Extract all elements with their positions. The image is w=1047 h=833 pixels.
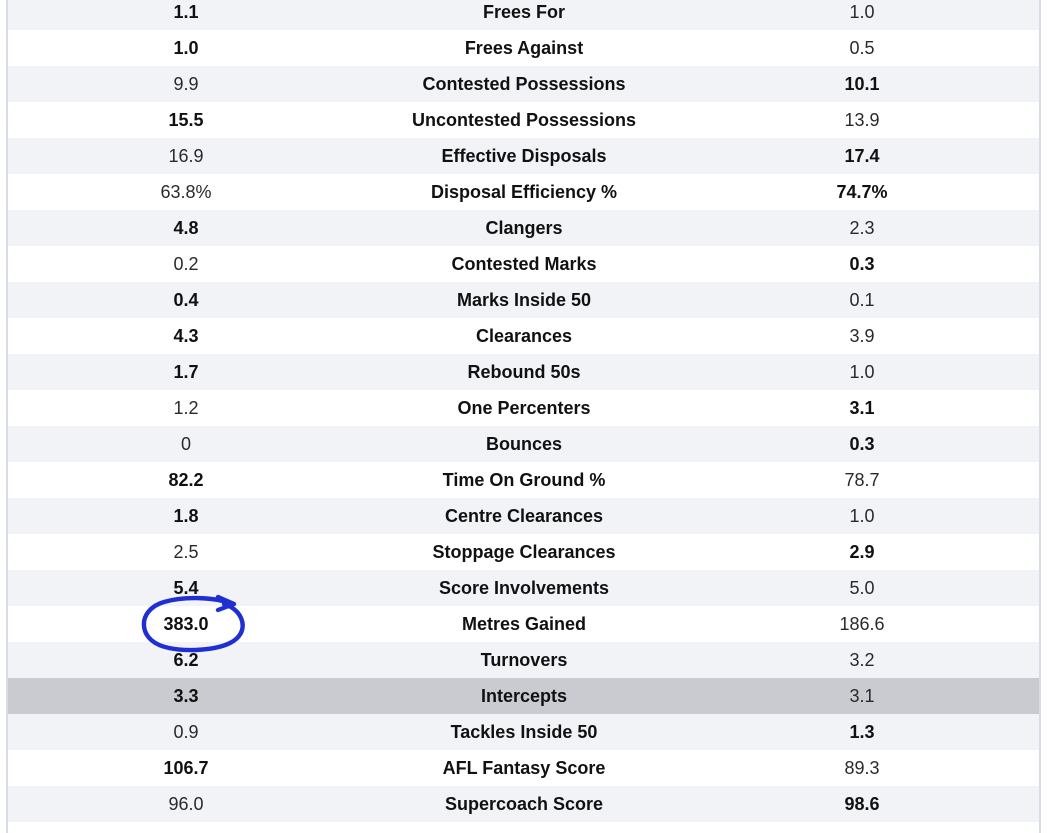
row-left-value: 0 [180,434,191,454]
row-right-value: 74.7% [836,182,888,202]
row-left-value: 4.8 [173,218,199,238]
row-left-value: 2.5 [173,542,199,562]
table-row[interactable]: 16.9 Effective Disposals 17.4 [8,138,1040,174]
row-left-value: 5.4 [173,578,199,598]
row-right-value: 5.0 [849,578,875,598]
row-stat-label: Score Involvements [438,578,610,598]
table-row[interactable]: 1.0 Frees Against 0.5 [8,30,1040,66]
row-left-value: 16.9 [168,146,204,166]
table-row[interactable]: 4.3 Clearances 3.9 [8,318,1040,354]
row-left-value: 4.3 [173,326,199,346]
table-row[interactable]: 0.2 Contested Marks 0.3 [8,246,1040,282]
row-right-value: 0.1 [849,290,875,310]
table-row[interactable]: 1.7 Rebound 50s 1.0 [8,354,1040,390]
row-stat-label: Supercoach Score [444,794,604,814]
row-left-value: 15.5 [168,110,204,130]
table-row[interactable]: 0.9 Tackles Inside 50 1.3 [8,714,1040,750]
row-stat-label: Clangers [485,218,563,238]
row-right-value: 0.5 [849,38,875,58]
table-row[interactable]: 106.7 AFL Fantasy Score 89.3 [8,750,1040,786]
row-left-value: 6.2 [173,650,199,670]
row-stat-label: Effective Disposals [441,146,607,166]
row-stat-label: Centre Clearances [444,506,604,526]
table-row[interactable]: 82.2 Time On Ground % 78.7 [8,462,1040,498]
row-left-value: 1.7 [173,362,199,382]
table-row[interactable]: 383.0 Metres Gained 186.6 [8,606,1040,642]
row-right-value: 13.9 [844,110,880,130]
row-stat-label: Frees For [482,2,566,22]
row-left-value: 1.0 [173,38,199,58]
row-right-value: 2.9 [849,542,875,562]
table-right-border [1039,0,1041,833]
row-right-value: 89.3 [844,758,880,778]
row-stat-label: Frees Against [464,38,584,58]
row-right-value: 3.1 [849,398,875,418]
row-stat-label: Contested Possessions [422,74,626,94]
table-row[interactable]: 9.9 Contested Possessions 10.1 [8,66,1040,102]
row-left-value: 63.8% [160,182,212,202]
row-left-value: 96.0 [168,794,204,814]
row-stat-label: Disposal Efficiency % [430,182,618,202]
table-row[interactable]: 1.1 Frees For 1.0 [8,0,1040,30]
row-right-value: 1.3 [849,722,875,742]
row-right-value: 0.3 [849,434,875,454]
row-right-value: 2.3 [849,218,875,238]
row-stat-label: Clearances [475,326,573,346]
row-left-value: 106.7 [163,758,209,778]
row-left-value: 1.2 [173,398,199,418]
row-left-value: 0.9 [173,722,199,742]
row-stat-label: Metres Gained [461,614,587,634]
row-right-value: 3.1 [849,686,875,706]
row-stat-label: Intercepts [480,686,568,706]
table-row[interactable]: 15.5 Uncontested Possessions 13.9 [8,102,1040,138]
row-right-value: 98.6 [844,794,880,814]
table-row[interactable]: 63.8% Disposal Efficiency % 74.7% [8,174,1040,210]
table-row[interactable]: 0 Bounces 0.3 [8,426,1040,462]
row-right-value: 3.9 [849,326,875,346]
table-row[interactable]: 96.0 Supercoach Score 98.6 [8,786,1040,822]
table-row[interactable]: 2.5 Stoppage Clearances 2.9 [8,534,1040,570]
row-stat-label: Rebound 50s [467,362,581,382]
row-left-value: 3.3 [173,686,199,706]
table-left-border [6,0,8,833]
row-right-value: 1.0 [849,362,875,382]
row-stat-label: Uncontested Possessions [411,110,637,130]
player-stat-comparison-panel: 1.1 Frees For 1.0 1.0 Frees Against 0.5 9.9 Con… [0,0,1047,833]
row-left-value: 383.0 [163,614,209,634]
row-right-value: 1.0 [849,2,875,22]
row-left-value: 9.9 [173,74,199,94]
row-stat-label: Turnovers [480,650,568,670]
row-stat-label: One Percenters [457,398,591,418]
row-stat-label: Stoppage Clearances [432,542,616,562]
row-left-value: 0.2 [173,254,199,274]
table-row[interactable]: 4.8 Clangers 2.3 [8,210,1040,246]
row-right-value: 10.1 [844,74,880,94]
row-stat-label: Marks Inside 50 [456,290,592,310]
row-right-value: 17.4 [844,146,880,166]
row-right-value: 186.6 [839,614,885,634]
row-left-value: 1.8 [173,506,199,526]
row-right-value: 1.0 [849,506,875,526]
table-row[interactable]: 0.4 Marks Inside 50 0.1 [8,282,1040,318]
table-row[interactable]: 1.8 Centre Clearances 1.0 [8,498,1040,534]
row-stat-label: AFL Fantasy Score [442,758,606,778]
table-row[interactable]: 3.3 Intercepts 3.1 [8,678,1040,714]
row-left-value: 1.1 [173,2,199,22]
row-right-value: 3.2 [849,650,875,670]
table-row[interactable]: 6.2 Turnovers 3.2 [8,642,1040,678]
row-stat-label: Contested Marks [451,254,597,274]
table-row[interactable]: 5.4 Score Involvements 5.0 [8,570,1040,606]
row-stat-label: Time On Ground % [442,470,606,490]
row-left-value: 82.2 [168,470,204,490]
row-left-value: 0.4 [173,290,199,310]
row-right-value: 0.3 [849,254,875,274]
row-stat-label: Bounces [485,434,563,454]
row-right-value: 78.7 [844,470,880,490]
row-stat-label: Tackles Inside 50 [450,722,598,742]
table-row[interactable]: 1.2 One Percenters 3.1 [8,390,1040,426]
stats-table: 1.1 Frees For 1.0 1.0 Frees Against 0.5 9.9 Con… [8,0,1040,822]
